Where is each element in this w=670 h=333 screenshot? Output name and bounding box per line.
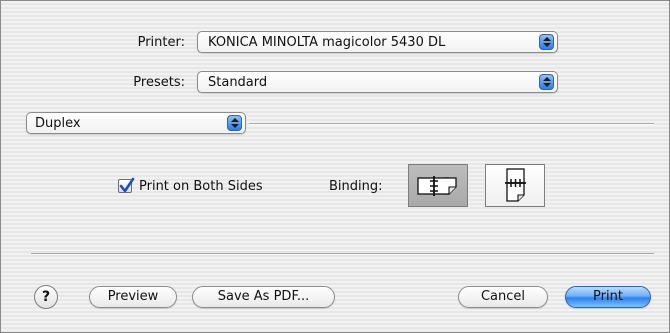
binding-top-edge-button[interactable] (485, 164, 545, 207)
presets-popup[interactable]: Standard (197, 71, 558, 93)
popup-arrows-icon (539, 34, 554, 50)
left-edge-binding-icon (417, 176, 457, 196)
preview-button[interactable]: Preview (89, 286, 177, 308)
save-as-pdf-button[interactable]: Save As PDF... (192, 286, 335, 308)
binding-left-edge-button[interactable] (408, 164, 468, 207)
presets-value: Standard (208, 75, 268, 90)
print-both-sides-label[interactable]: Print on Both Sides (139, 179, 263, 194)
panel-divider (249, 123, 654, 125)
checkmark-icon (119, 177, 135, 193)
print-dialog: Printer: KONICA MINOLTA magicolor 5430 D… (0, 0, 670, 333)
printer-value: KONICA MINOLTA magicolor 5430 DL (208, 35, 446, 50)
presets-label: Presets: (133, 75, 185, 90)
popup-arrows-icon (539, 74, 554, 90)
printer-popup[interactable]: KONICA MINOLTA magicolor 5430 DL (197, 31, 558, 53)
binding-label: Binding: (329, 179, 383, 194)
printer-label: Printer: (137, 35, 185, 50)
bottom-divider (31, 253, 654, 255)
popup-arrows-icon (227, 115, 242, 131)
panel-popup[interactable]: Duplex (26, 112, 246, 134)
print-both-sides-checkbox[interactable] (118, 177, 135, 193)
print-button[interactable]: Print (565, 286, 651, 308)
panel-value: Duplex (35, 116, 81, 131)
help-button[interactable]: ? (34, 285, 58, 309)
top-edge-binding-icon (505, 168, 526, 202)
cancel-button[interactable]: Cancel (458, 286, 548, 308)
